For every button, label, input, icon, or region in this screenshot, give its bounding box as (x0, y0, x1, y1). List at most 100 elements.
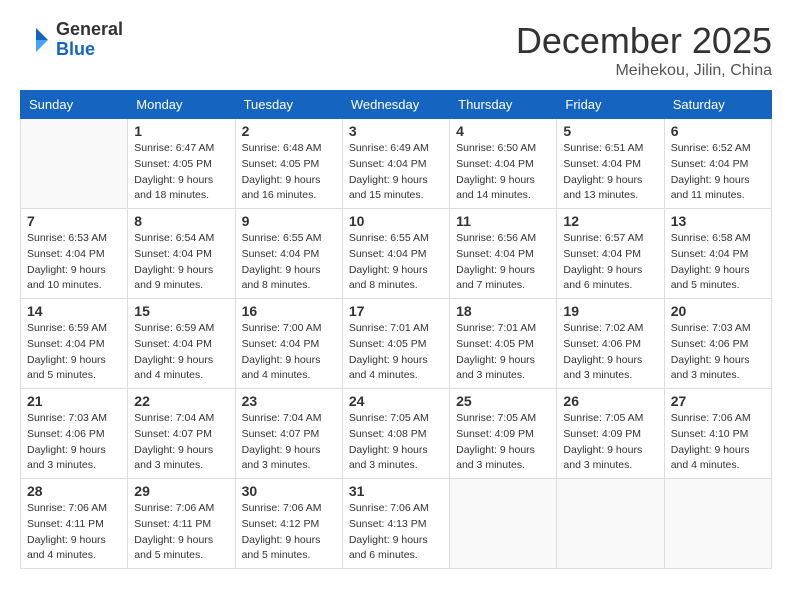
day-info: Sunrise: 7:02 AMSunset: 4:06 PMDaylight:… (563, 321, 657, 384)
calendar-cell: 1 Sunrise: 6:47 AMSunset: 4:05 PMDaylight… (128, 119, 235, 209)
calendar-cell: 15 Sunrise: 6:59 AMSunset: 4:04 PMDayligh… (128, 299, 235, 389)
calendar-cell: 5Sunrise: 6:51 AMSunset: 4:04 PMDaylight… (557, 119, 664, 209)
calendar-cell: 6Sunrise: 6:52 AMSunset: 4:04 PMDaylight… (664, 119, 771, 209)
logo-blue-text: Blue (56, 40, 123, 60)
day-info: Sunrise: 7:03 AMSunset: 4:06 PMDaylight:… (27, 411, 121, 474)
calendar-cell: 24Sunrise: 7:05 AMSunset: 4:08 PMDayligh… (342, 389, 449, 479)
calendar-cell: 19 Sunrise: 7:02 AMSunset: 4:06 PMDayligh… (557, 299, 664, 389)
calendar-cell: 4 Sunrise: 6:50 AMSunset: 4:04 PMDaylight… (450, 119, 557, 209)
calendar-cell: 27 Sunrise: 7:06 AMSunset: 4:10 PMDayligh… (664, 389, 771, 479)
day-info: Sunrise: 7:01 AMSunset: 4:05 PMDaylight:… (456, 321, 550, 384)
day-number: 30 (242, 483, 336, 499)
week-row-1: 1 Sunrise: 6:47 AMSunset: 4:05 PMDaylight… (21, 119, 772, 209)
calendar-cell: 21 Sunrise: 7:03 AMSunset: 4:06 PMDayligh… (21, 389, 128, 479)
calendar-cell: 23Sunrise: 7:04 AMSunset: 4:07 PMDayligh… (235, 389, 342, 479)
header-sunday: Sunday (21, 91, 128, 119)
day-number: 1 (134, 123, 228, 139)
day-number: 25 (456, 393, 550, 409)
day-info: Sunrise: 7:00 AMSunset: 4:04 PMDaylight:… (242, 321, 336, 384)
weekday-header-row: SundayMondayTuesdayWednesdayThursdayFrid… (21, 91, 772, 119)
page-header: General Blue December 2025 Meihekou, Jil… (20, 20, 772, 80)
day-number: 17 (349, 303, 443, 319)
day-info: Sunrise: 6:59 AMSunset: 4:04 PMDaylight:… (134, 321, 228, 384)
day-number: 6 (671, 123, 765, 139)
week-row-5: 28 Sunrise: 7:06 AMSunset: 4:11 PMDayligh… (21, 479, 772, 569)
calendar-cell: 3 Sunrise: 6:49 AMSunset: 4:04 PMDaylight… (342, 119, 449, 209)
header-thursday: Thursday (450, 91, 557, 119)
day-number: 4 (456, 123, 550, 139)
day-number: 13 (671, 213, 765, 229)
calendar-cell: 10 Sunrise: 6:55 AMSunset: 4:04 PMDayligh… (342, 209, 449, 299)
week-row-4: 21 Sunrise: 7:03 AMSunset: 4:06 PMDayligh… (21, 389, 772, 479)
day-info: Sunrise: 7:05 AMSunset: 4:09 PMDaylight:… (456, 411, 550, 474)
day-info: Sunrise: 6:57 AMSunset: 4:04 PMDaylight:… (563, 231, 657, 294)
day-number: 2 (242, 123, 336, 139)
day-info: Sunrise: 6:49 AMSunset: 4:04 PMDaylight:… (349, 141, 443, 204)
day-info: Sunrise: 6:48 AMSunset: 4:05 PMDaylight:… (242, 141, 336, 204)
day-info: Sunrise: 7:06 AMSunset: 4:13 PMDaylight:… (349, 501, 443, 564)
calendar-cell: 29Sunrise: 7:06 AMSunset: 4:11 PMDayligh… (128, 479, 235, 569)
day-number: 24 (349, 393, 443, 409)
calendar-cell: 26 Sunrise: 7:05 AMSunset: 4:09 PMDayligh… (557, 389, 664, 479)
day-number: 16 (242, 303, 336, 319)
week-row-3: 14 Sunrise: 6:59 AMSunset: 4:04 PMDayligh… (21, 299, 772, 389)
day-info: Sunrise: 6:59 AMSunset: 4:04 PMDaylight:… (27, 321, 121, 384)
title-section: December 2025 Meihekou, Jilin, China (516, 20, 772, 80)
day-info: Sunrise: 6:55 AMSunset: 4:04 PMDaylight:… (349, 231, 443, 294)
day-number: 18 (456, 303, 550, 319)
day-number: 19 (563, 303, 657, 319)
day-info: Sunrise: 6:58 AMSunset: 4:04 PMDaylight:… (671, 231, 765, 294)
day-number: 7 (27, 213, 121, 229)
logo-icon (20, 24, 52, 56)
calendar-cell: 8Sunrise: 6:54 AMSunset: 4:04 PMDaylight… (128, 209, 235, 299)
day-number: 22 (134, 393, 228, 409)
day-info: Sunrise: 6:56 AMSunset: 4:04 PMDaylight:… (456, 231, 550, 294)
day-info: Sunrise: 7:06 AMSunset: 4:12 PMDaylight:… (242, 501, 336, 564)
day-number: 14 (27, 303, 121, 319)
calendar-cell: 18 Sunrise: 7:01 AMSunset: 4:05 PMDayligh… (450, 299, 557, 389)
day-info: Sunrise: 6:53 AMSunset: 4:04 PMDaylight:… (27, 231, 121, 294)
header-wednesday: Wednesday (342, 91, 449, 119)
day-info: Sunrise: 7:06 AMSunset: 4:11 PMDaylight:… (27, 501, 121, 564)
calendar-cell: 16 Sunrise: 7:00 AMSunset: 4:04 PMDayligh… (235, 299, 342, 389)
week-row-2: 7 Sunrise: 6:53 AMSunset: 4:04 PMDaylight… (21, 209, 772, 299)
day-info: Sunrise: 6:55 AMSunset: 4:04 PMDaylight:… (242, 231, 336, 294)
calendar-cell: 7 Sunrise: 6:53 AMSunset: 4:04 PMDaylight… (21, 209, 128, 299)
logo-text: General Blue (56, 20, 123, 60)
day-number: 28 (27, 483, 121, 499)
day-info: Sunrise: 7:06 AMSunset: 4:10 PMDaylight:… (671, 411, 765, 474)
day-info: Sunrise: 6:47 AMSunset: 4:05 PMDaylight:… (134, 141, 228, 204)
day-info: Sunrise: 7:01 AMSunset: 4:05 PMDaylight:… (349, 321, 443, 384)
day-info: Sunrise: 6:50 AMSunset: 4:04 PMDaylight:… (456, 141, 550, 204)
calendar-cell: 11Sunrise: 6:56 AMSunset: 4:04 PMDayligh… (450, 209, 557, 299)
calendar-cell: 28 Sunrise: 7:06 AMSunset: 4:11 PMDayligh… (21, 479, 128, 569)
day-number: 31 (349, 483, 443, 499)
day-info: Sunrise: 7:03 AMSunset: 4:06 PMDaylight:… (671, 321, 765, 384)
day-info: Sunrise: 7:05 AMSunset: 4:09 PMDaylight:… (563, 411, 657, 474)
calendar-cell: 13 Sunrise: 6:58 AMSunset: 4:04 PMDayligh… (664, 209, 771, 299)
calendar-cell: 9Sunrise: 6:55 AMSunset: 4:04 PMDaylight… (235, 209, 342, 299)
calendar-cell: 12Sunrise: 6:57 AMSunset: 4:04 PMDayligh… (557, 209, 664, 299)
calendar-cell: 30 Sunrise: 7:06 AMSunset: 4:12 PMDayligh… (235, 479, 342, 569)
calendar-cell: 22 Sunrise: 7:04 AMSunset: 4:07 PMDayligh… (128, 389, 235, 479)
calendar-cell (450, 479, 557, 569)
day-number: 26 (563, 393, 657, 409)
day-number: 15 (134, 303, 228, 319)
day-info: Sunrise: 6:51 AMSunset: 4:04 PMDaylight:… (563, 141, 657, 204)
day-number: 3 (349, 123, 443, 139)
header-monday: Monday (128, 91, 235, 119)
day-info: Sunrise: 7:04 AMSunset: 4:07 PMDaylight:… (242, 411, 336, 474)
header-tuesday: Tuesday (235, 91, 342, 119)
header-friday: Friday (557, 91, 664, 119)
calendar-cell: 20 Sunrise: 7:03 AMSunset: 4:06 PMDayligh… (664, 299, 771, 389)
day-number: 10 (349, 213, 443, 229)
calendar-cell (557, 479, 664, 569)
calendar-cell: 2 Sunrise: 6:48 AMSunset: 4:05 PMDaylight… (235, 119, 342, 209)
header-saturday: Saturday (664, 91, 771, 119)
day-info: Sunrise: 7:04 AMSunset: 4:07 PMDaylight:… (134, 411, 228, 474)
day-number: 21 (27, 393, 121, 409)
calendar-cell: 14 Sunrise: 6:59 AMSunset: 4:04 PMDayligh… (21, 299, 128, 389)
day-number: 27 (671, 393, 765, 409)
day-number: 20 (671, 303, 765, 319)
calendar-cell (664, 479, 771, 569)
